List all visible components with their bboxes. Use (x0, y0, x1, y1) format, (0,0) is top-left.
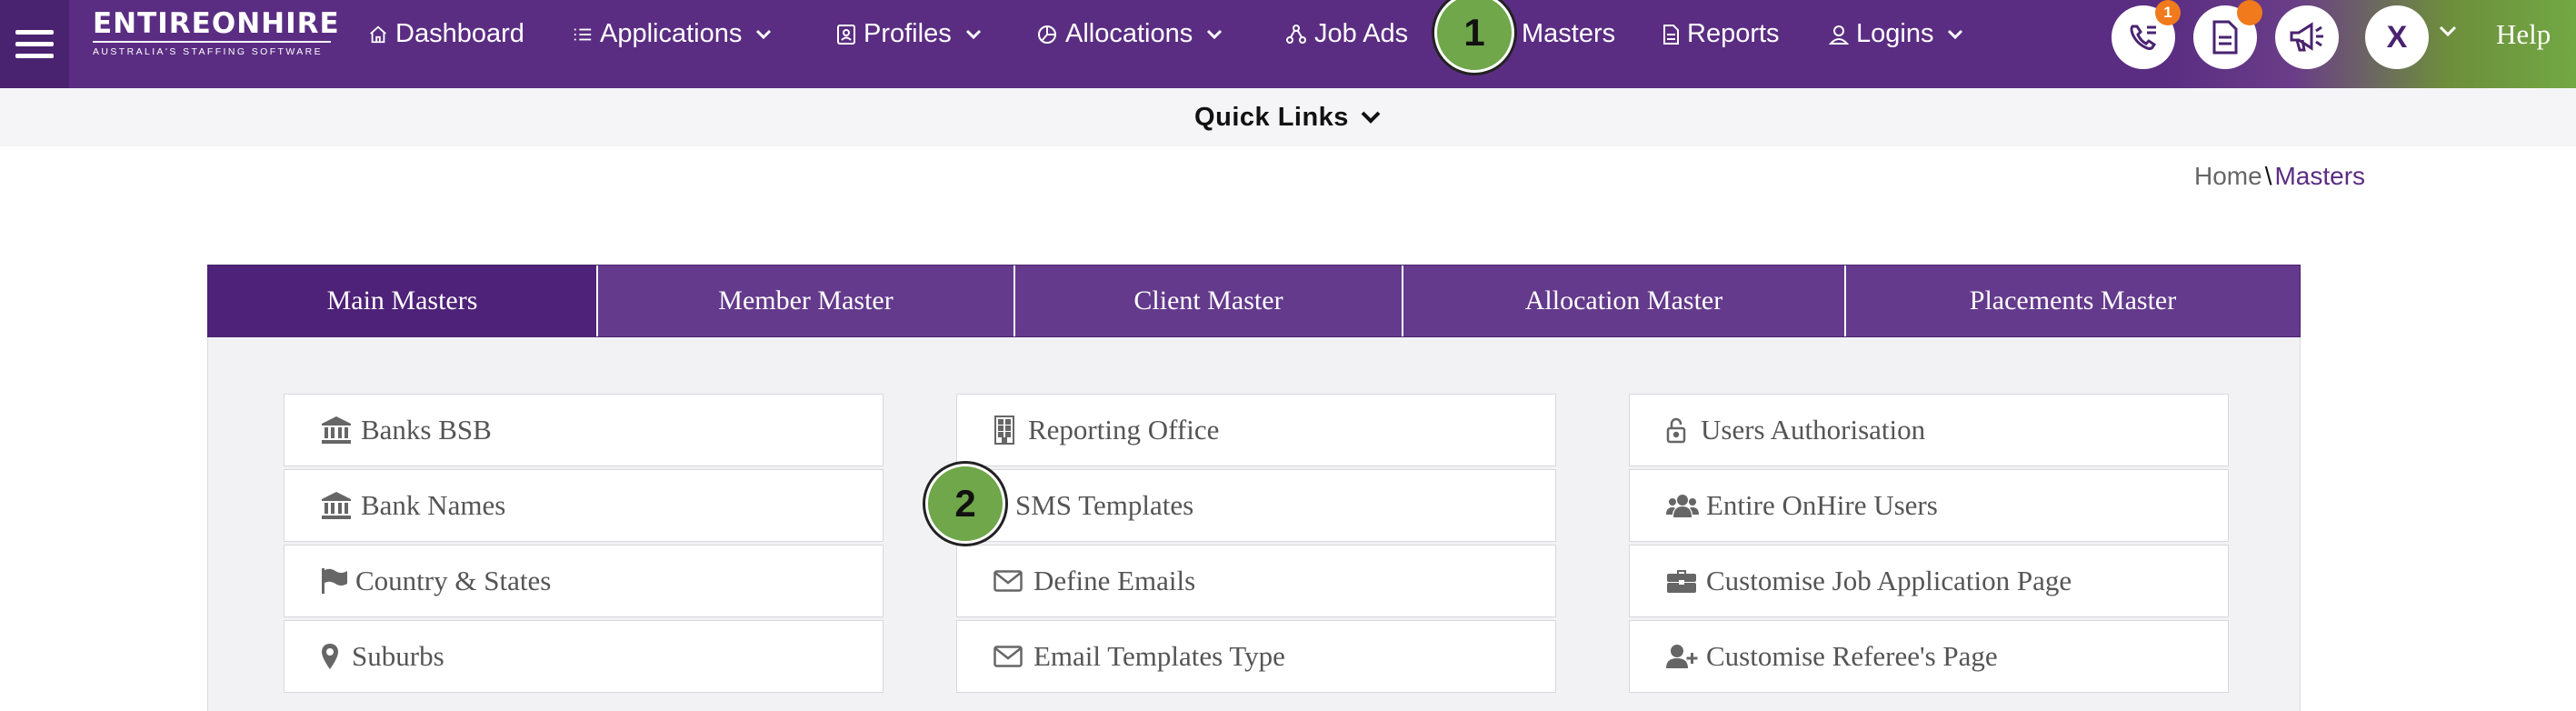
master-item-label: Reporting Office (1028, 414, 1220, 446)
nav-label: Logins (1856, 19, 1934, 48)
master-item-suburbs[interactable]: Suburbs (284, 620, 884, 693)
map-pin-icon (321, 643, 346, 670)
users-icon (1666, 493, 1701, 518)
hamburger-menu-icon[interactable] (0, 0, 69, 88)
tab-client-master[interactable]: Client Master (1015, 265, 1403, 336)
master-item-label: Users Authorisation (1701, 414, 1926, 446)
nav-reports[interactable]: Reports (1662, 0, 1780, 68)
calls-count-badge: 1 (2155, 0, 2181, 25)
phone-list-icon (2130, 25, 2157, 50)
master-item-users-authorisation[interactable]: Users Authorisation (1629, 394, 2229, 466)
master-item-banks-bsb[interactable]: Banks BSB (284, 394, 884, 466)
nav-label: Allocations (1065, 19, 1193, 48)
master-item-define-emails[interactable]: Define Emails (956, 545, 1556, 617)
announcements-button[interactable] (2275, 5, 2339, 69)
master-item-customise-job-application[interactable]: Customise Job Application Page (1629, 545, 2229, 617)
nav-label: Applications (600, 19, 743, 48)
chevron-down-icon (964, 28, 983, 41)
master-item-label: SMS Templates (1015, 489, 1194, 521)
breadcrumb-home[interactable]: Home (2194, 162, 2262, 190)
megaphone-icon (2290, 22, 2323, 52)
tab-member-master[interactable]: Member Master (598, 265, 1015, 336)
quick-links-label: Quick Links (1194, 102, 1349, 132)
breadcrumb-separator: \ (2264, 162, 2272, 190)
master-item-entire-onhire-users[interactable]: Entire OnHire Users (1629, 469, 2229, 542)
nav-label: Reports (1687, 19, 1780, 48)
master-item-label: Country & States (355, 565, 552, 596)
master-item-label: Suburbs (352, 640, 444, 672)
nav-label: Job Ads (1314, 19, 1409, 48)
nav-applications[interactable]: Applications (573, 0, 773, 68)
envelope-icon (993, 646, 1028, 667)
flag-icon (321, 567, 350, 595)
masters-tabs: Main Masters Member Master Client Master… (207, 265, 2301, 337)
bank-icon (321, 491, 355, 520)
document-icon (1662, 24, 1680, 45)
chevron-down-icon (1205, 28, 1223, 41)
help-link[interactable]: Help (2496, 18, 2551, 51)
chevron-down-icon (754, 28, 773, 41)
logo-wordmark: ENTIREONHIRE (93, 7, 340, 40)
master-item-customise-referees-page[interactable]: Customise Referee's Page (1629, 620, 2229, 693)
nav-label: Dashboard (395, 19, 524, 48)
master-item-label: Bank Names (361, 489, 506, 521)
user-avatar[interactable]: X (2365, 5, 2429, 69)
id-card-icon (836, 24, 856, 45)
master-item-label: Email Templates Type (1033, 640, 1285, 672)
calls-button[interactable]: 1 (2112, 0, 2181, 69)
tab-main-masters[interactable]: Main Masters (208, 265, 598, 336)
master-item-label: Customise Referee's Page (1706, 640, 1998, 672)
nav-allocations[interactable]: Allocations (1036, 0, 1223, 68)
envelope-icon (993, 570, 1028, 592)
logo-tagline: AUSTRALIA'S STAFFING SOFTWARE (93, 46, 324, 57)
pie-chart-icon (1036, 24, 1058, 45)
network-icon (1285, 24, 1307, 45)
master-item-email-templates-type[interactable]: Email Templates Type (956, 620, 1556, 693)
briefcase-icon (1666, 568, 1701, 594)
master-item-bank-names[interactable]: Bank Names (284, 469, 884, 542)
top-navigation-bar: ENTIREONHIRE AUSTRALIA'S STAFFING SOFTWA… (0, 0, 2576, 88)
bank-icon (321, 416, 355, 445)
chevron-down-icon (1946, 28, 1964, 41)
tab-placements-master[interactable]: Placements Master (1846, 265, 2300, 336)
masters-panel: Banks BSB Bank Names Country & States Su… (207, 337, 2301, 711)
nav-label: Profiles (864, 19, 952, 48)
list-icon (573, 25, 593, 44)
building-icon (993, 416, 1023, 445)
chevron-down-icon[interactable] (2438, 25, 2458, 44)
nav-label: Masters (1522, 19, 1616, 48)
user-icon (1829, 24, 1849, 45)
quick-links-toggle[interactable]: Quick Links (0, 88, 2576, 146)
nav-dashboard[interactable]: Dashboard (368, 0, 524, 68)
notes-button[interactable] (2193, 0, 2262, 69)
master-item-sms-templates[interactable]: SMS Templates (956, 469, 1556, 542)
step-marker-2: 2 (925, 464, 1005, 544)
breadcrumb: Home \ Masters (2194, 162, 2365, 191)
nav-profiles[interactable]: Profiles (836, 0, 983, 68)
master-item-label: Customise Job Application Page (1706, 565, 2072, 596)
nav-logins[interactable]: Logins (1829, 0, 1964, 68)
master-item-label: Banks BSB (361, 414, 492, 446)
user-plus-icon (1666, 644, 1701, 669)
master-item-label: Entire OnHire Users (1706, 489, 1938, 521)
master-item-label: Define Emails (1033, 565, 1196, 596)
brand-logo[interactable]: ENTIREONHIRE AUSTRALIA'S STAFFING SOFTWA… (93, 7, 340, 58)
nav-job-ads[interactable]: Job Ads (1285, 0, 1408, 68)
home-icon (368, 25, 388, 45)
document-icon (2212, 20, 2238, 55)
unlock-icon (1666, 416, 1695, 444)
tab-allocation-master[interactable]: Allocation Master (1403, 265, 1846, 336)
breadcrumb-current: Masters (2274, 162, 2366, 190)
master-item-reporting-office[interactable]: Reporting Office (956, 394, 1556, 466)
notes-indicator-badge (2237, 0, 2262, 25)
chevron-down-icon (1360, 110, 1382, 125)
master-item-country-states[interactable]: Country & States (284, 545, 884, 617)
